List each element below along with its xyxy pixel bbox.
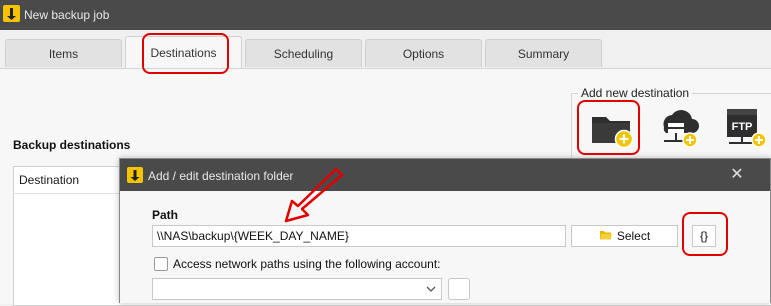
dialog-titlebar: Add / edit destination folder ✕ (120, 159, 770, 191)
close-icon[interactable]: ✕ (727, 165, 747, 185)
tab-items[interactable]: Items (5, 39, 122, 67)
ftp-add-icon[interactable]: FTP (717, 103, 771, 151)
placeholder-button-highlight (682, 212, 728, 256)
destination-folder-dialog: Add / edit destination folder ✕ Path Sel… (119, 158, 771, 303)
select-button[interactable]: Select (571, 225, 678, 247)
tab-options[interactable]: Options (365, 39, 482, 67)
tab-scheduling[interactable]: Scheduling (245, 39, 362, 67)
folder-icon-highlight (577, 100, 640, 155)
app-logo-icon (3, 5, 20, 22)
destinations-tab-highlight (142, 33, 229, 74)
destination-column-header[interactable]: Destination (13, 166, 133, 194)
account-dropdown[interactable] (152, 278, 442, 300)
tab-summary[interactable]: Summary (485, 39, 602, 67)
ftp-text: FTP (732, 121, 753, 133)
select-button-label: Select (616, 229, 651, 243)
folder-open-icon (599, 231, 612, 240)
dialog-body: Path Select {} Access network paths usin… (120, 191, 770, 303)
dialog-logo-icon (127, 167, 143, 183)
account-checkbox[interactable] (154, 257, 168, 271)
backup-destinations-title: Backup destinations (13, 138, 131, 152)
account-settings-button[interactable] (448, 278, 470, 300)
dialog-title: Add / edit destination folder (148, 169, 294, 183)
cloud-server-add-icon[interactable] (650, 103, 704, 151)
tab-bar: Items Destinations Scheduling Options Su… (0, 30, 771, 70)
window-titlebar: New backup job (0, 0, 771, 30)
window-title: New backup job (24, 8, 110, 22)
account-checkbox-label: Access network paths using the following… (173, 257, 441, 271)
chevron-down-icon (426, 286, 436, 292)
arrow-annotation-icon (284, 167, 344, 223)
path-input[interactable] (152, 225, 566, 247)
path-label: Path (152, 208, 179, 222)
add-destination-title: Add new destination (578, 86, 693, 100)
